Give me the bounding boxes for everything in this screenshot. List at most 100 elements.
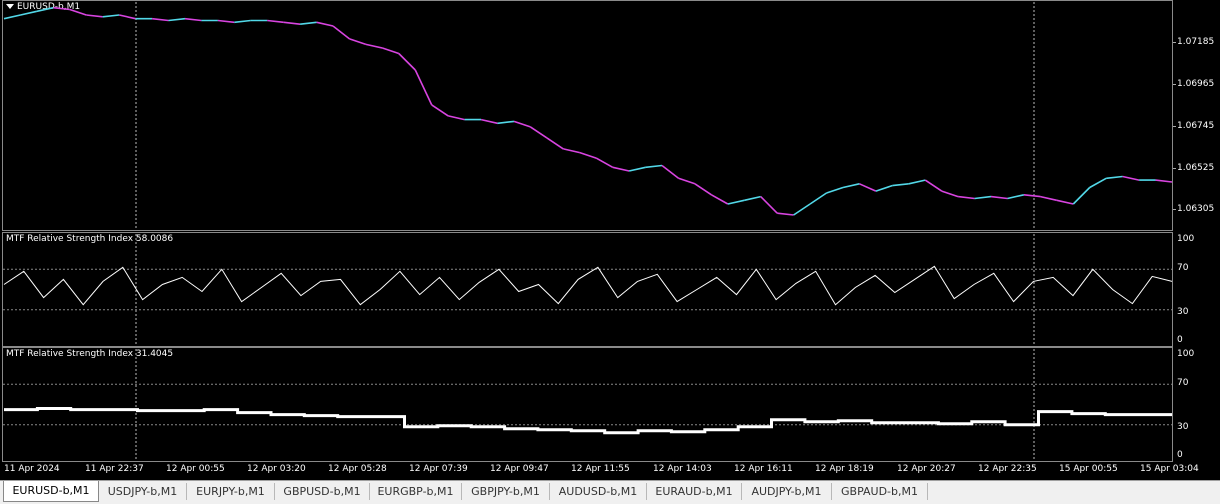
price-segment bbox=[842, 183, 860, 189]
time-label: 12 Apr 11:55 bbox=[571, 464, 630, 474]
time-label: 12 Apr 03:20 bbox=[247, 464, 306, 474]
rsi-2-level-label: 100 bbox=[1177, 349, 1195, 359]
price-segment bbox=[859, 183, 877, 192]
rsi-2-level-label: 0 bbox=[1177, 450, 1183, 460]
price-segment bbox=[3, 14, 21, 20]
price-label: 1.06305 bbox=[1177, 204, 1215, 214]
price-segment bbox=[529, 126, 548, 139]
price-segment bbox=[612, 166, 630, 172]
time-label: 12 Apr 22:35 bbox=[978, 464, 1037, 474]
time-label: 12 Apr 07:39 bbox=[409, 464, 468, 474]
price-segment bbox=[645, 164, 663, 169]
time-label: 12 Apr 16:11 bbox=[734, 464, 793, 474]
price-segment bbox=[628, 166, 646, 172]
price-tick bbox=[1173, 42, 1176, 43]
rsi-line bbox=[4, 407, 1172, 435]
price-segment bbox=[1023, 194, 1041, 198]
price-segment bbox=[20, 10, 38, 16]
rsi-2-level-label: 30 bbox=[1177, 422, 1189, 432]
tab-eurjpy[interactable]: EURJPY-b,M1 bbox=[187, 483, 275, 500]
tab-eurusd[interactable]: EURUSD-b,M1 bbox=[3, 481, 99, 502]
tab-gbpjpy[interactable]: GBPJPY-b,M1 bbox=[462, 483, 550, 500]
price-segment bbox=[168, 17, 186, 22]
price-segment bbox=[217, 19, 235, 24]
time-label: 12 Apr 18:19 bbox=[815, 464, 874, 474]
price-segment bbox=[1089, 177, 1107, 189]
price-label: 1.06525 bbox=[1177, 163, 1215, 173]
rsi-2-level-label: 70 bbox=[1177, 378, 1189, 388]
price-segment bbox=[958, 195, 975, 200]
price-tick bbox=[1173, 168, 1176, 169]
rsi-1-chart[interactable] bbox=[0, 232, 1220, 347]
price-segment bbox=[382, 47, 400, 55]
tab-usdjpy[interactable]: USDJPY-b,M1 bbox=[99, 483, 187, 500]
tab-gbpusd[interactable]: GBPUSD-b,M1 bbox=[275, 483, 370, 500]
price-segment bbox=[678, 177, 696, 185]
price-tick bbox=[1173, 126, 1176, 127]
tab-euraud[interactable]: EURAUD-b,M1 bbox=[647, 483, 742, 500]
rsi-1-level-label: 0 bbox=[1177, 335, 1183, 345]
time-label: 11 Apr 22:37 bbox=[85, 464, 144, 474]
price-chart[interactable] bbox=[0, 0, 1220, 231]
price-segment bbox=[414, 69, 433, 106]
rsi-1-level-label: 30 bbox=[1177, 307, 1189, 317]
tab-gbpaud[interactable]: GBPAUD-b,M1 bbox=[832, 483, 928, 500]
price-segment bbox=[398, 52, 416, 71]
price-segment bbox=[480, 118, 498, 125]
price-segment bbox=[316, 21, 334, 27]
price-segment bbox=[809, 192, 827, 205]
price-segment bbox=[711, 194, 729, 205]
price-segment bbox=[990, 195, 1008, 200]
price-segment bbox=[69, 8, 87, 16]
tab-audjpy[interactable]: AUDJPY-b,M1 bbox=[742, 483, 832, 500]
price-segment bbox=[497, 120, 515, 125]
price-segment bbox=[1072, 186, 1091, 205]
price-segment bbox=[892, 183, 909, 187]
price-tick bbox=[1173, 84, 1176, 85]
time-label: 15 Apr 03:04 bbox=[1140, 464, 1199, 474]
price-segment bbox=[234, 19, 251, 24]
price-segment bbox=[563, 148, 580, 154]
price-pane[interactable]: EURUSD-b,M1 1.07185 1.06965 1.06745 1.06… bbox=[0, 0, 1220, 231]
price-segment bbox=[546, 137, 564, 150]
price-label: 1.06745 bbox=[1177, 121, 1215, 131]
price-segment bbox=[760, 196, 778, 214]
rsi-1-level-label: 100 bbox=[1177, 234, 1195, 244]
price-segment bbox=[661, 164, 679, 179]
price-segment bbox=[448, 115, 465, 121]
symbol-tab-bar: EURUSD-b,M1 USDJPY-b,M1 EURJPY-b,M1 GBPU… bbox=[0, 480, 1220, 504]
price-segment bbox=[941, 190, 959, 198]
price-segment bbox=[267, 19, 284, 24]
price-segment bbox=[777, 212, 794, 216]
rsi-pane-2[interactable]: MTF Relative Strength Index 31.4045 100 … bbox=[0, 347, 1220, 462]
price-segment bbox=[826, 186, 844, 194]
time-label: 15 Apr 00:55 bbox=[1059, 464, 1118, 474]
price-segment bbox=[332, 25, 350, 40]
price-label: 1.06965 bbox=[1177, 79, 1215, 89]
tab-audusd[interactable]: AUDUSD-b,M1 bbox=[550, 483, 647, 500]
price-segment bbox=[875, 184, 893, 192]
tab-eurgbp[interactable]: EURGBP-b,M1 bbox=[370, 483, 462, 500]
price-segment bbox=[1122, 175, 1140, 181]
rsi-line bbox=[3, 265, 1173, 306]
price-segment bbox=[595, 157, 614, 168]
time-label: 12 Apr 14:03 bbox=[653, 464, 712, 474]
price-segment bbox=[431, 104, 449, 117]
price-segment bbox=[152, 17, 169, 22]
rsi-pane-1[interactable]: MTF Relative Strength Index 58.0086 100 … bbox=[0, 232, 1220, 347]
price-segment bbox=[744, 195, 761, 202]
time-label: 12 Apr 05:28 bbox=[328, 464, 387, 474]
time-label: 12 Apr 09:47 bbox=[490, 464, 549, 474]
price-segment bbox=[1056, 199, 1074, 205]
price-segment bbox=[53, 6, 70, 11]
price-segment bbox=[513, 120, 531, 128]
price-segment bbox=[119, 14, 136, 20]
price-segment bbox=[924, 179, 943, 192]
price-segment bbox=[36, 6, 54, 13]
rsi-2-chart[interactable] bbox=[0, 347, 1220, 462]
price-segment bbox=[793, 203, 811, 216]
price-segment bbox=[300, 21, 317, 25]
price-segment bbox=[1040, 195, 1057, 202]
price-segment bbox=[579, 151, 597, 159]
price-segment bbox=[86, 14, 103, 18]
